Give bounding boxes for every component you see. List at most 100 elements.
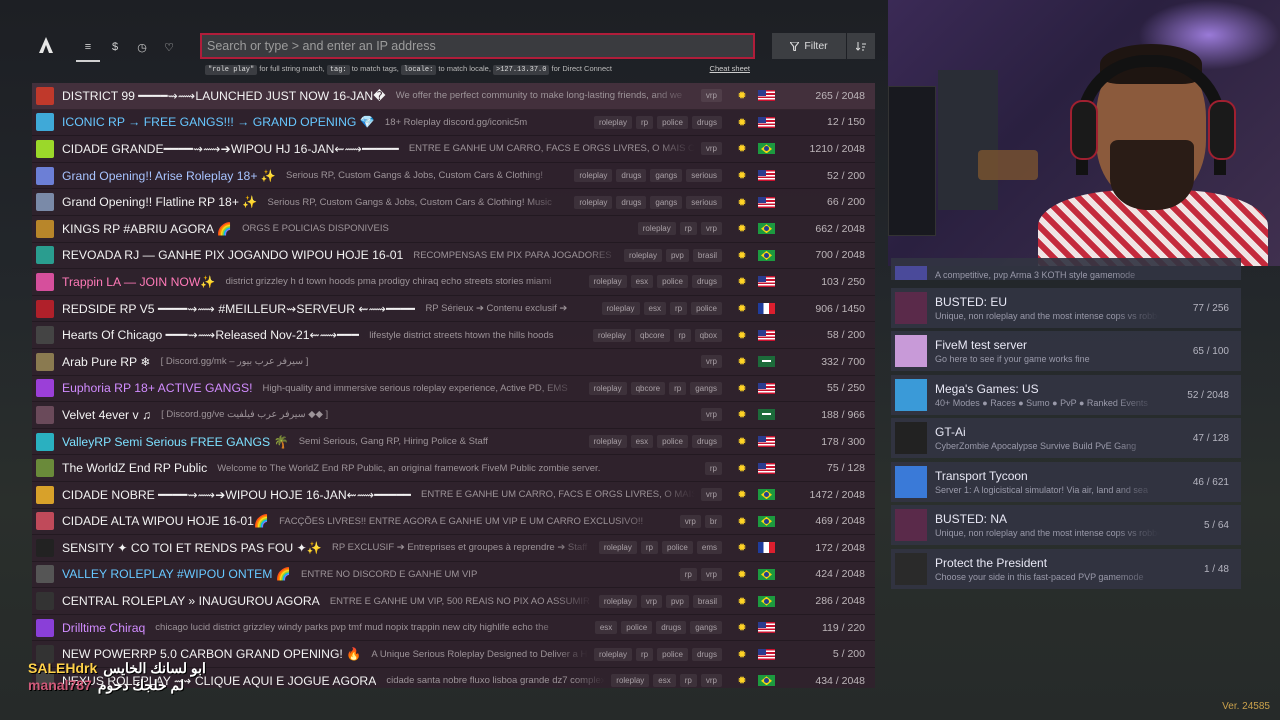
server-row[interactable]: The WorldZ End RP Public Welcome to The W… bbox=[32, 455, 875, 482]
nav-tab-list-icon[interactable]: ≡ bbox=[76, 36, 100, 62]
server-tag[interactable]: roleplay bbox=[623, 248, 662, 262]
server-tag[interactable]: vrp bbox=[700, 142, 722, 156]
server-tag[interactable]: rp bbox=[679, 674, 697, 688]
server-tag[interactable]: vrp bbox=[700, 408, 722, 422]
server-row[interactable]: REDSIDE RP V5 ━━━━⇝⟿ #MEILLEUR⇝SERVEUR ⇜… bbox=[32, 296, 875, 323]
server-tag[interactable]: police bbox=[621, 621, 653, 635]
server-row[interactable]: Euphoria RP 18+ ACTIVE GANGS! High-qualit… bbox=[32, 376, 875, 403]
server-row[interactable]: CIDADE NOBRE ━━━━⇝⟿➔WIPOU HOJE 16-JAN⇜⟿━… bbox=[32, 482, 875, 509]
server-tag[interactable]: drugs bbox=[616, 195, 647, 209]
server-row[interactable]: CIDADE ALTA WIPOU HOJE 16-01🌈 FACÇÕES LIV… bbox=[32, 509, 875, 536]
server-tag[interactable]: br bbox=[704, 514, 722, 528]
server-tag[interactable]: rp bbox=[679, 222, 697, 236]
server-row[interactable]: Drilltime Chiraq chicago lucid district g… bbox=[32, 615, 875, 642]
featured-server-item[interactable]: BUSTED: EU Unique, non roleplay and the m… bbox=[891, 288, 1241, 328]
server-tag[interactable]: esx bbox=[643, 302, 666, 316]
server-tag[interactable]: drugs bbox=[691, 647, 722, 661]
server-tag[interactable]: roleplay bbox=[593, 328, 632, 342]
featured-server-item[interactable]: BUSTED: NA Unique, non roleplay and the m… bbox=[891, 505, 1241, 545]
server-tag[interactable]: rp bbox=[704, 461, 722, 475]
featured-server-item[interactable]: Mega's Games: US 40+ Modes ● Races ● Sumo… bbox=[891, 375, 1241, 415]
server-tag[interactable]: rp bbox=[635, 647, 654, 661]
featured-server-item[interactable]: Protect the President Choose your side in… bbox=[891, 549, 1241, 589]
server-tag[interactable]: police bbox=[657, 115, 688, 129]
server-tag[interactable]: gangs bbox=[690, 621, 722, 635]
server-tag[interactable]: gangs bbox=[650, 169, 683, 183]
server-tag[interactable]: vrp bbox=[640, 594, 662, 608]
server-tag[interactable]: police bbox=[657, 275, 688, 289]
server-tag[interactable]: esx bbox=[653, 674, 676, 688]
server-tag[interactable]: esx bbox=[594, 621, 618, 635]
server-tag[interactable]: police bbox=[691, 302, 722, 316]
server-row[interactable]: Trappin LA — JOIN NOW✨ district grizzley … bbox=[32, 269, 875, 296]
featured-server-item[interactable]: Transport Tycoon Server 1: A logicistical… bbox=[891, 462, 1241, 502]
server-tag[interactable]: rp bbox=[673, 328, 691, 342]
server-row[interactable]: Velvet 4ever v ♫ [ Discord.gg/ve سيرفر عر… bbox=[32, 402, 875, 429]
server-tag[interactable]: pvp bbox=[665, 248, 689, 262]
server-tag[interactable]: drugs bbox=[616, 169, 647, 183]
server-tag[interactable]: vrp bbox=[700, 89, 722, 103]
server-tag[interactable]: brasil bbox=[692, 248, 722, 262]
server-row[interactable]: Arab Pure RP ❄ [ Discord.gg/mk – سيرفر عر… bbox=[32, 349, 875, 376]
filter-button[interactable]: Filter bbox=[772, 33, 846, 59]
server-tag[interactable]: rp bbox=[635, 115, 654, 129]
server-row[interactable]: Hearts Of Chicago ━━━⇝⟿Released Nov-21⇜⟿… bbox=[32, 322, 875, 349]
server-row[interactable]: ICONIC RP → FREE GANGS!!! → GRAND OPENIN… bbox=[32, 110, 875, 137]
server-tag[interactable]: vrp bbox=[700, 567, 722, 581]
server-row[interactable]: SENSITY ✦ CO TOI ET RENDS PAS FOU ✦✨ RP E… bbox=[32, 535, 875, 562]
server-tag[interactable]: roleplay bbox=[588, 435, 627, 449]
server-tag[interactable]: roleplay bbox=[593, 115, 632, 129]
server-tag[interactable]: vrp bbox=[700, 222, 722, 236]
server-tag[interactable]: vrp bbox=[679, 514, 701, 528]
server-tag[interactable]: drugs bbox=[656, 621, 687, 635]
server-tag[interactable]: drugs bbox=[691, 275, 722, 289]
server-row[interactable]: DISTRICT 99 ━━━━⇝⟿LAUNCHED JUST NOW 16-J… bbox=[32, 83, 875, 110]
server-row[interactable]: REVOADA RJ — GANHE PIX JOGANDO WIPOU HOJ… bbox=[32, 243, 875, 270]
server-tag[interactable]: roleplay bbox=[637, 222, 676, 236]
server-tag[interactable]: qbcore bbox=[630, 381, 666, 395]
server-tag[interactable]: ems bbox=[696, 541, 722, 555]
server-tag[interactable]: roleplay bbox=[601, 302, 640, 316]
server-tag[interactable]: gangs bbox=[690, 381, 722, 395]
sort-button[interactable] bbox=[847, 33, 875, 59]
server-tag[interactable]: pvp bbox=[665, 594, 689, 608]
featured-server-item[interactable]: FiveM test server Go here to see if your … bbox=[891, 331, 1241, 371]
server-tag[interactable]: rp bbox=[669, 381, 687, 395]
server-tag[interactable]: gangs bbox=[650, 195, 683, 209]
server-tag[interactable]: roleplay bbox=[588, 275, 627, 289]
server-tag[interactable]: vrp bbox=[700, 674, 722, 688]
server-row[interactable]: VALLEY ROLEPLAY #WIPOU ONTEM 🌈 ENTRE NO D… bbox=[32, 562, 875, 589]
server-row[interactable]: Grand Opening!! Flatline RP 18+ ✨ Serious… bbox=[32, 189, 875, 216]
server-tag[interactable]: drugs bbox=[691, 115, 722, 129]
server-row[interactable]: KINGS RP #ABRIU AGORA 🌈 ORGS E POLICIAS D… bbox=[32, 216, 875, 243]
server-tag[interactable]: esx bbox=[630, 435, 654, 449]
featured-server-item[interactable]: A competitive, pvp Arma 3 KOTH style gam… bbox=[891, 258, 1241, 280]
server-tag[interactable]: qbcore bbox=[635, 328, 670, 342]
server-tag[interactable]: drugs bbox=[691, 435, 722, 449]
server-tag[interactable]: vrp bbox=[700, 488, 722, 502]
server-tag[interactable]: brasil bbox=[692, 594, 722, 608]
server-tag[interactable]: police bbox=[661, 541, 693, 555]
nav-tab-favorites-icon[interactable]: ♡ bbox=[157, 36, 181, 58]
server-tag[interactable]: roleplay bbox=[574, 195, 613, 209]
cheat-sheet-link[interactable]: Cheat sheet bbox=[710, 64, 750, 73]
server-tag[interactable]: roleplay bbox=[598, 594, 637, 608]
server-tag[interactable]: rp bbox=[679, 567, 697, 581]
server-tag[interactable]: qbox bbox=[694, 328, 722, 342]
server-tag[interactable]: serious bbox=[686, 195, 722, 209]
server-tag[interactable]: police bbox=[657, 435, 688, 449]
server-row[interactable]: ValleyRP Semi Serious FREE GANGS 🌴 Semi S… bbox=[32, 429, 875, 456]
server-tag[interactable]: vrp bbox=[700, 355, 722, 369]
server-tag[interactable]: police bbox=[657, 647, 688, 661]
server-row[interactable]: Grand Opening!! Arise Roleplay 18+ ✨ Seri… bbox=[32, 163, 875, 190]
server-row[interactable]: CENTRAL ROLEPLAY » INAUGUROU AGORA ENTRE … bbox=[32, 588, 875, 615]
server-tag[interactable]: esx bbox=[630, 275, 654, 289]
server-tag[interactable]: roleplay bbox=[588, 381, 627, 395]
search-input[interactable] bbox=[200, 33, 755, 59]
app-logo-icon[interactable] bbox=[38, 36, 54, 54]
server-tag[interactable]: serious bbox=[686, 169, 722, 183]
server-tag[interactable]: roleplay bbox=[598, 541, 637, 555]
server-tag[interactable]: rp bbox=[640, 541, 658, 555]
nav-tab-supporters-icon[interactable]: $ bbox=[103, 36, 127, 58]
server-tag[interactable]: rp bbox=[669, 302, 688, 316]
